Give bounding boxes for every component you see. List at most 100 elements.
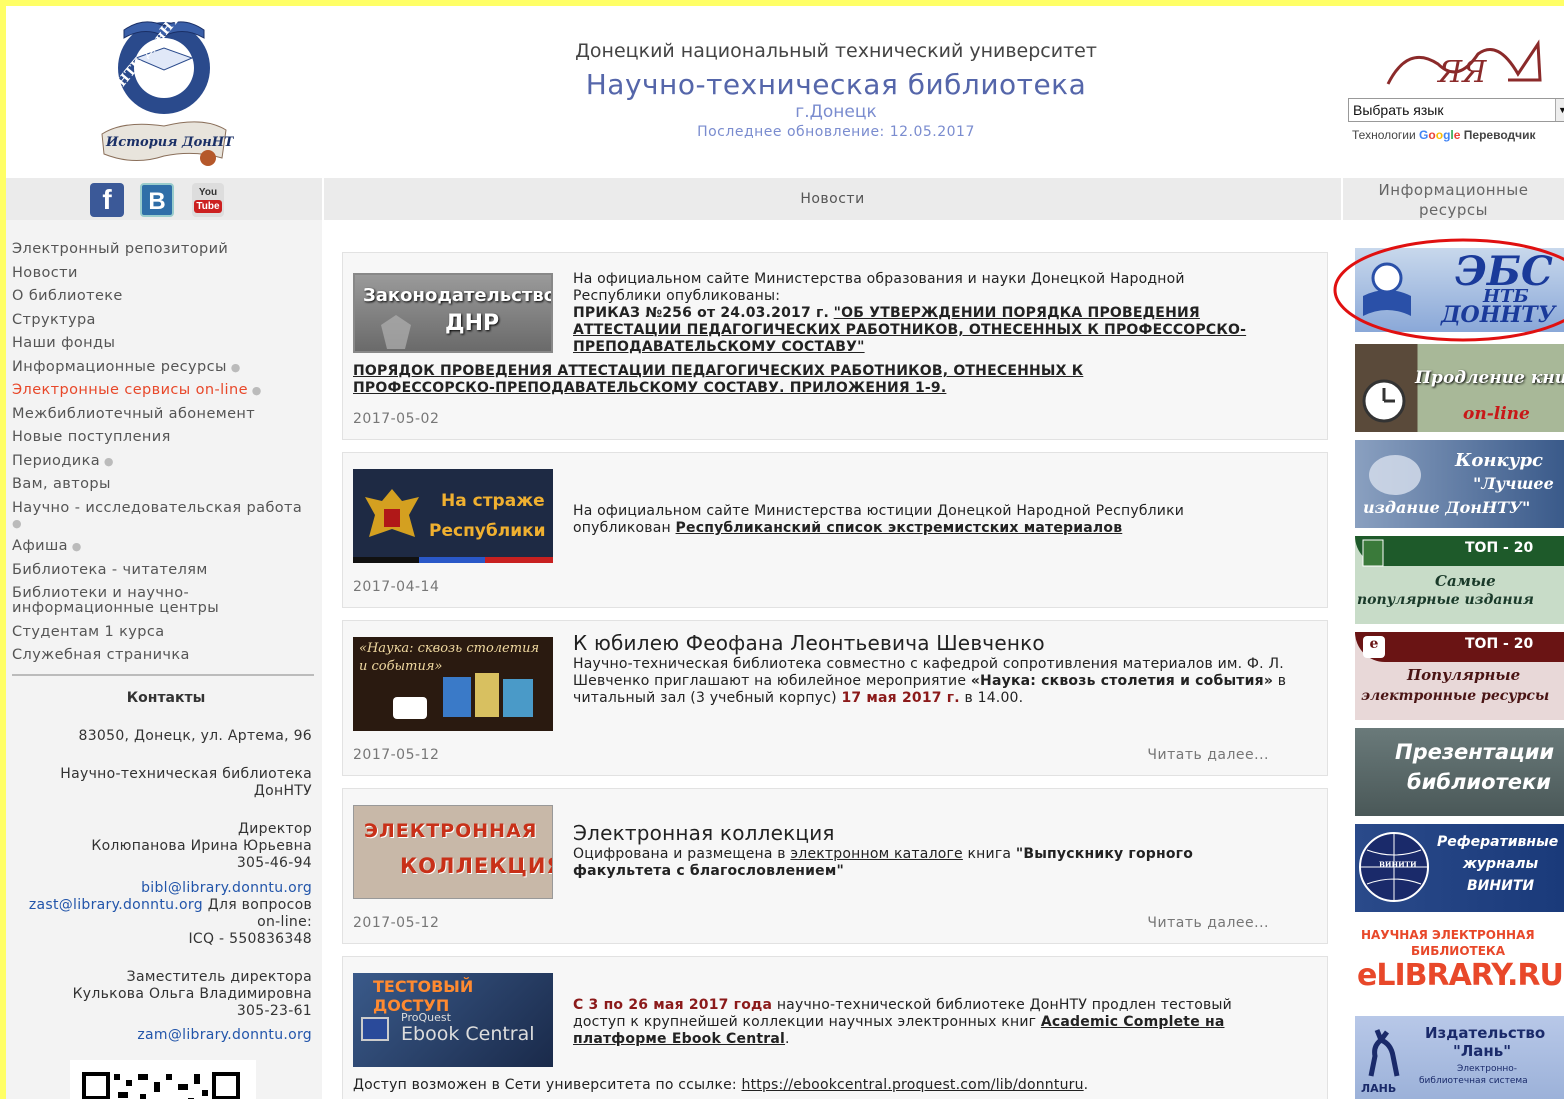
elibrary-banner[interactable]: НАУЧНАЯ ЭЛЕКТРОННАЯ БИБЛИОТЕКА eLIBRARY.… [1355, 920, 1564, 1008]
sidebar-menu-item[interactable]: Периодика ● [12, 453, 312, 469]
viniti-title: Реферативные [1437, 834, 1559, 850]
qr-code[interactable] [70, 1060, 256, 1099]
deputy-role: Заместитель директора [126, 969, 312, 985]
news-image[interactable]: На страже Республики [353, 469, 553, 563]
renewal-banner[interactable]: Продление книг on-line [1355, 344, 1564, 432]
news-text: Доступ возможен в Сети университета по с… [353, 1077, 1089, 1093]
book-icon [361, 1017, 389, 1041]
news-intro: На официальном сайте Министерства образо… [573, 271, 1185, 304]
read-more-link[interactable]: Читать далее... [1147, 915, 1269, 931]
social-bar: f B You Tube [6, 178, 322, 220]
sidebar-menu-item[interactable]: Студентам 1 курса [12, 623, 312, 640]
news-item: Законодательство ДНР На официальном сайт… [342, 252, 1328, 440]
news-title[interactable]: К юбилею Феофана Леонтьевича Шевченко [573, 633, 1293, 653]
news-text: На официальном сайте Министерства образо… [573, 271, 1273, 356]
sidebar-menu-item[interactable]: Научно - исследовательская работа ● [12, 500, 312, 531]
extremist-list-link[interactable]: Республиканский список экстремистских ма… [676, 520, 1123, 536]
presentations-banner[interactable]: Презентации библиотеки [1355, 728, 1564, 816]
sidebar-menu-item[interactable]: Новые поступления [12, 430, 312, 445]
procedure-link[interactable]: ПОРЯДОК ПРОВЕДЕНИЯ АТТЕСТАЦИИ ПЕДАГОГИЧЕ… [353, 363, 1083, 396]
sidebar-menu-item[interactable]: Межбиблиотечный абонемент [12, 405, 312, 422]
director-name: Колюпанова Ирина Юрьевна [91, 838, 312, 854]
news-item: «Наука: сквозь столетия и события» К юби… [342, 620, 1328, 776]
sidebar-menu-label: Студентам 1 курса [12, 623, 165, 640]
sidebar-menu-label: Электронный репозиторий [12, 241, 229, 257]
facebook-icon[interactable]: f [90, 183, 124, 217]
vk-icon[interactable]: B [140, 183, 174, 217]
divider [12, 674, 314, 676]
top20-subtitle: Популярные [1407, 666, 1521, 684]
top20-label: ТОП - 20 [1465, 540, 1534, 556]
book-icon [1369, 455, 1421, 495]
news-image[interactable]: «Наука: сквозь столетия и события» [353, 637, 553, 731]
online-text: Для вопросов on-line: [207, 897, 312, 930]
sidebar-menu-item[interactable]: О библиотеке [12, 289, 312, 304]
news-text: С 3 по 26 мая 2017 года научно-техническ… [573, 997, 1232, 1047]
news-text-part: книга [967, 846, 1012, 862]
news-text-part: в 14.00. [964, 690, 1024, 706]
email-link[interactable]: zam@library.donntu.org [137, 1027, 312, 1043]
sidebar-menu-item[interactable]: Новости [12, 264, 312, 281]
sidebar-menu-item[interactable]: Электронный репозиторий [12, 242, 312, 257]
top20-eresources-banner[interactable]: ТОП - 20 Популярные электронные ресурсы … [1355, 632, 1564, 720]
sidebar-menu-item[interactable]: Вам, авторы [12, 477, 312, 492]
order-prefix: ПРИКАЗ №256 от 24.03.2017 г. [573, 305, 830, 321]
library-name: Научно-техническая библиотека [585, 68, 1087, 101]
news-image[interactable]: Законодательство ДНР [353, 273, 553, 353]
sidebar-menu-item[interactable]: Структура [12, 312, 312, 328]
news-item: ЭЛЕКТРОННАЯ КОЛЛЕКЦИЯ Электронная коллек… [342, 788, 1328, 944]
lan-banner[interactable]: ЛАНЬ Издательство "Лань" Электронно- биб… [1355, 1016, 1564, 1099]
youtube-icon-bottom: Tube [194, 200, 222, 213]
sidebar-menu-label: Афиша [12, 538, 68, 554]
sidebar-menu-item[interactable]: Служебная страничка [12, 648, 312, 663]
elibrary-logo: eLIBRARY.RU [1357, 958, 1564, 993]
top20-subtitle: Самые [1435, 572, 1496, 590]
news-image[interactable]: ЭЛЕКТРОННАЯ КОЛЛЕКЦИЯ [353, 805, 553, 899]
news-image-text: ТЕСТОВЫЙ ДОСТУП [373, 977, 474, 1015]
sidebar-menu-item[interactable]: Библиотеки и научно-информационные центр… [12, 586, 312, 616]
news-date: 2017-04-14 [353, 579, 440, 595]
sidebar-menu-item[interactable]: Наши фонды [12, 336, 312, 351]
viniti-banner[interactable]: Реферативные журналы ВИНИТИ ВИНИТИ [1355, 824, 1564, 912]
news-item: На страже Республики На официальном сайт… [342, 452, 1328, 608]
sidebar: Электронный репозиторий Новости О библиоте… [6, 220, 322, 1099]
news-title[interactable]: Электронная коллекция [573, 823, 1293, 843]
news-image[interactable]: ТЕСТОВЫЙ ДОСТУП ProQuest Ebook Central [353, 973, 553, 1067]
translate-prefix: Технологии [1352, 128, 1416, 142]
news-text-prefix: опубликован [573, 520, 671, 536]
highlight-circle [1333, 238, 1564, 342]
contest-title: Конкурс [1455, 450, 1543, 471]
sidebar-menu-item[interactable]: Информационные ресурсы ● [12, 359, 312, 375]
news-image-text: Республики [429, 521, 546, 541]
contest-banner[interactable]: Конкурс "Лучшее издание ДонНТУ" [1355, 440, 1564, 528]
news-item: ТЕСТОВЫЙ ДОСТУП ProQuest Ebook Central С… [342, 956, 1328, 1099]
history-logo[interactable]: История ДонНТУ в книгах [94, 114, 313, 176]
chevron-down-icon[interactable]: ▼ [1555, 99, 1564, 121]
email-link[interactable]: bibl@library.donntu.org [141, 880, 312, 896]
event-date: 17 мая 2017 г. [841, 690, 960, 706]
news-image-text: ЭЛЕКТРОННАЯ [364, 820, 538, 842]
access-text: Доступ возможен в Сети университета по с… [353, 1077, 737, 1093]
sidebar-menu: Электронный репозиторий Новости О библиоте… [12, 242, 312, 672]
read-more-link[interactable]: Читать далее... [1147, 747, 1269, 763]
ebook-icon: e [1363, 636, 1385, 658]
youtube-icon[interactable]: You Tube [192, 183, 224, 217]
sidebar-menu-item[interactable]: Афиша ● [12, 539, 312, 554]
contacts-title: Контакты [126, 690, 206, 706]
sidebar-menu-item[interactable]: Библиотека - читателям [12, 562, 312, 578]
sidebar-menu-item[interactable]: Электронные сервисы on-line ● [12, 383, 312, 398]
news-image-text: Ebook Central [401, 1023, 535, 1045]
top20-books-banner[interactable]: ТОП - 20 Самые популярные издания [1355, 536, 1564, 624]
clock-icon [1362, 379, 1406, 423]
event-name: «Наука: сквозь столетия и события» [970, 673, 1274, 689]
ebook-central-link[interactable]: https://ebookcentral.proquest.com/lib/do… [742, 1077, 1084, 1093]
language-select[interactable]: Выбрать язык ▼ [1348, 98, 1564, 122]
library-logo[interactable]: НТБ ДонНТУ [102, 6, 226, 116]
sidebar-menu-label: Межбиблиотечный абонемент [12, 405, 256, 422]
address: 83050, Донецк, ул. Артема, 96 [78, 728, 312, 744]
catalog-link[interactable]: электронном каталоге [790, 846, 962, 862]
email-link[interactable]: zast@library.donntu.org [29, 897, 203, 913]
presentations-title: Презентации [1395, 740, 1555, 764]
sidebar-menu-label: Новости [12, 264, 78, 281]
google-translate-credit[interactable]: Технологии Google Переводчик [1352, 128, 1535, 142]
